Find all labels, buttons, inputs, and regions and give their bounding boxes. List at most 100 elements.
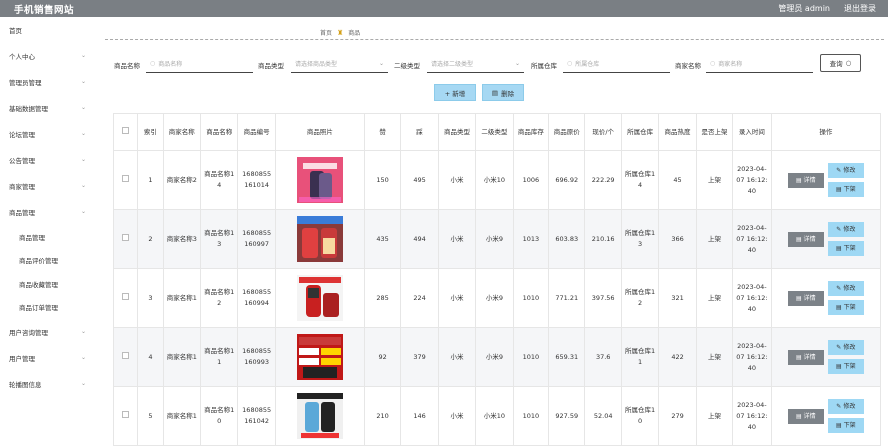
chevron-down-icon: ⌄: [80, 380, 86, 387]
product-type-select[interactable]: 请选择商品类型 ⌄: [291, 55, 388, 73]
sidebar-item[interactable]: 用户管理 ⌄: [0, 345, 100, 371]
row-checkbox[interactable]: [122, 351, 130, 359]
search-icon: ○: [710, 60, 716, 67]
actions-cell: ▤ 详情 ✎ 修改 ▤ 下架: [770, 268, 882, 328]
sidebar-subitem[interactable]: 商品订单管理: [0, 296, 100, 320]
take-down-button[interactable]: ▤ 下架: [827, 418, 864, 433]
delete-button[interactable]: ▤ 删除: [482, 84, 524, 101]
column-header: [112, 113, 139, 151]
take-down-button[interactable]: ▤ 下架: [827, 300, 864, 315]
row-checkbox[interactable]: [122, 174, 130, 182]
cell-like: 92: [363, 327, 402, 387]
row-checkbox[interactable]: [122, 410, 130, 418]
pencil-icon: ✎: [836, 403, 842, 410]
sidebar-item[interactable]: 基础数据管理 ⌄: [0, 95, 100, 121]
sidebar-item[interactable]: 管理员管理 ⌄: [0, 69, 100, 95]
query-button[interactable]: 查询 ○: [820, 54, 861, 72]
sidebar-item[interactable]: 商家管理 ⌄: [0, 173, 100, 199]
take-down-button[interactable]: ▤ 下架: [827, 359, 864, 374]
detail-button[interactable]: ▤ 详情: [787, 231, 824, 247]
actions-cell: ▤ 详情 ✎ 修改 ▤ 下架: [770, 386, 882, 446]
filter-warehouse-label: 所属仓库: [531, 62, 557, 70]
sidebar-item[interactable]: 轮播图信息 ⌄: [0, 371, 100, 397]
breadcrumb-bar: 首页 ♜ 商品: [105, 20, 884, 40]
pencil-icon: ✎: [836, 226, 842, 233]
cell-stock: 1006: [512, 150, 550, 210]
cell-stock: 1013: [512, 209, 550, 269]
product-name-input[interactable]: ○ 商品名称: [146, 55, 253, 73]
cell-dislike: 494: [400, 209, 439, 269]
filter-name-label: 商品名称: [114, 62, 140, 70]
cell-warehouse: 所属仓库11: [620, 327, 660, 387]
column-header: 商品名称: [199, 113, 239, 151]
column-header: 赞: [363, 113, 402, 151]
product-photo: [296, 275, 343, 321]
sidebar-item[interactable]: 首页: [0, 17, 100, 43]
sidebar-item[interactable]: 公告管理 ⌄: [0, 147, 100, 173]
sidebar-subitem[interactable]: 商品管理: [0, 225, 100, 249]
row-checkbox[interactable]: [122, 233, 130, 241]
cell-stock: 1010: [512, 327, 550, 387]
warehouse-input[interactable]: ○ 所属仓库: [563, 55, 670, 73]
edit-button[interactable]: ✎ 修改: [827, 399, 864, 414]
detail-icon: ▤: [795, 294, 802, 302]
search-icon: ○: [150, 60, 156, 67]
detail-button[interactable]: ▤ 详情: [787, 290, 824, 306]
cell-index: 1: [137, 150, 164, 210]
cell-now: 37.6: [584, 327, 622, 387]
cell-now: 397.56: [584, 268, 622, 328]
detail-button[interactable]: ▤ 详情: [787, 408, 824, 424]
sidebar-subitem[interactable]: 商品评价管理: [0, 249, 100, 273]
breadcrumb-home[interactable]: 首页: [320, 28, 332, 37]
row-action-column: ✎ 修改 ▤ 下架: [827, 281, 864, 315]
document-icon: ▤: [835, 363, 842, 370]
edit-button[interactable]: ✎ 修改: [827, 281, 864, 296]
merchant-input[interactable]: ○ 商家名称: [706, 55, 813, 73]
photo-cell: [274, 327, 365, 387]
pencil-icon: ✎: [836, 167, 842, 174]
row-checkbox-cell: [112, 386, 139, 446]
column-header: 商家名称: [162, 113, 202, 151]
cell-merchant: 商家名称1: [162, 327, 202, 387]
sidebar-item-label: 论坛管理: [9, 131, 35, 139]
detail-icon: ▤: [795, 412, 802, 420]
column-header: 所属仓库: [620, 113, 660, 151]
cell-name: 商品名称12: [199, 268, 239, 328]
chevron-down-icon: ⌄: [80, 182, 86, 189]
edit-button[interactable]: ✎ 修改: [827, 340, 864, 355]
cell-status: 上架: [695, 268, 734, 328]
row-actions: ▤ 详情 ✎ 修改 ▤ 下架: [774, 163, 878, 197]
photo-cell: [274, 386, 365, 446]
cell-like: 285: [363, 268, 402, 328]
edit-button[interactable]: ✎ 修改: [827, 222, 864, 237]
take-down-button[interactable]: ▤ 下架: [827, 241, 864, 256]
cell-subtype: 小米9: [475, 268, 514, 328]
sidebar-item[interactable]: 商品管理 ⌄: [0, 199, 100, 225]
table-row: 1 商家名称2 商品名称14 1680855161014 150 495 小米 小米10 100…: [112, 150, 882, 210]
detail-button[interactable]: ▤ 详情: [787, 349, 824, 365]
actions-cell: ▤ 详情 ✎ 修改 ▤ 下架: [770, 327, 882, 387]
current-user: 管理员 admin: [778, 4, 830, 13]
subtype-select[interactable]: 请选择二级类型 ⌄: [427, 55, 524, 73]
sidebar-item[interactable]: 论坛管理 ⌄: [0, 121, 100, 147]
cell-now: 222.29: [584, 150, 622, 210]
select-all-checkbox[interactable]: [122, 126, 130, 134]
sidebar-item[interactable]: 用户咨询管理 ⌄: [0, 319, 100, 345]
take-down-button[interactable]: ▤ 下架: [827, 182, 864, 197]
sidebar-item-label: 商家管理: [9, 183, 35, 191]
detail-icon: ▤: [795, 176, 802, 184]
cell-code: 1680855161042: [237, 386, 276, 446]
logout-link[interactable]: 退出登录: [844, 3, 876, 14]
add-button[interactable]: + 新增: [434, 84, 476, 101]
row-checkbox[interactable]: [122, 292, 130, 300]
edit-button[interactable]: ✎ 修改: [827, 163, 864, 178]
photo-cell: [274, 268, 365, 328]
product-photo: [296, 393, 343, 439]
detail-button[interactable]: ▤ 详情: [787, 172, 824, 188]
top-bar: 手机销售网站 管理员 admin 退出登录: [0, 0, 888, 17]
column-header: 商品编号: [237, 113, 276, 151]
sidebar-item[interactable]: 个人中心 ⌄: [0, 43, 100, 69]
row-checkbox-cell: [112, 327, 139, 387]
cell-dislike: 146: [400, 386, 439, 446]
sidebar-subitem[interactable]: 商品收藏管理: [0, 272, 100, 296]
